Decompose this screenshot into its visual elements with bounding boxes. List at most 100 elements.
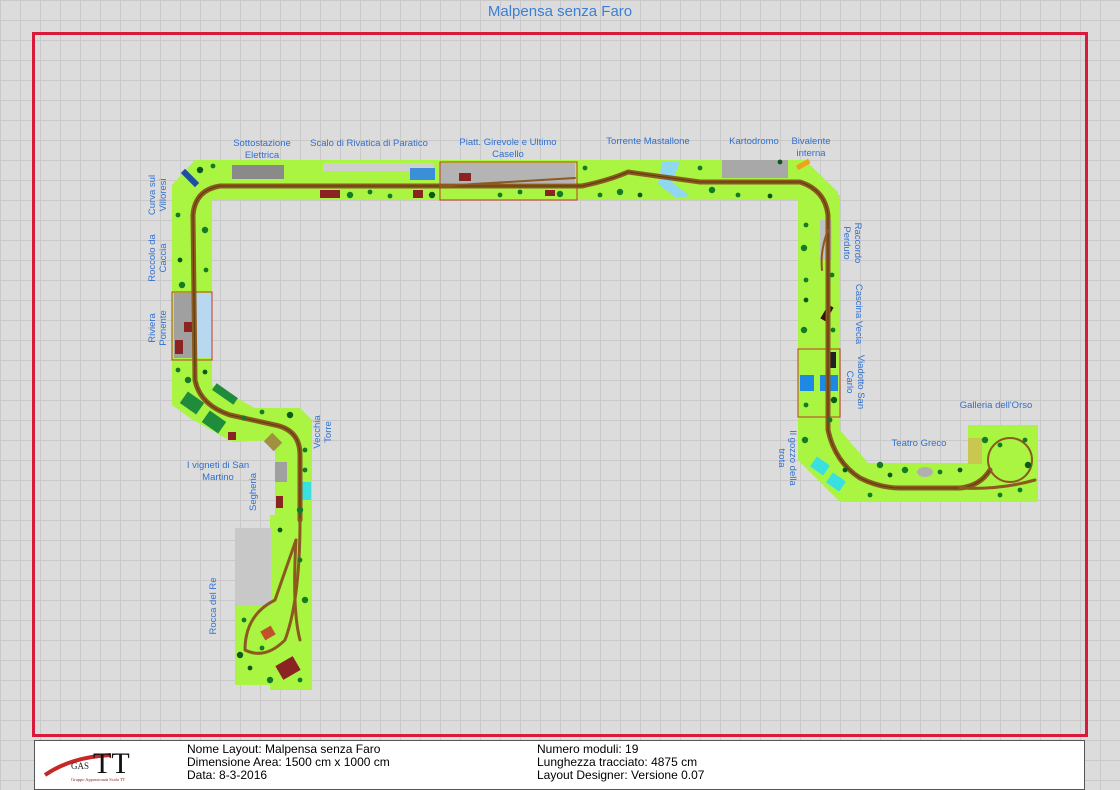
tree — [697, 165, 703, 171]
gas-tt-logo: GAS TT Gruppo Appassionati Scala TT — [43, 747, 130, 782]
label-gozzo-1: Il gozzo della — [787, 430, 798, 486]
logo-tagline: Gruppo Appassionati Scala TT — [71, 777, 126, 782]
tree — [708, 186, 716, 194]
tree — [997, 492, 1003, 498]
sottostazione-building — [232, 165, 284, 179]
label-vigneti-1: I vigneti di San — [187, 460, 249, 471]
tree — [259, 409, 265, 415]
tree — [302, 467, 308, 473]
tree — [1022, 437, 1028, 443]
info-lunghezza-tracciato: Lunghezza tracciato: 4875 cm — [537, 755, 698, 769]
tree — [582, 165, 588, 171]
tree — [241, 415, 247, 421]
building-riviera-1 — [175, 340, 183, 354]
info-layout-designer: Layout Designer: Versione 0.07 — [537, 768, 705, 782]
tree — [767, 193, 773, 199]
tree — [201, 226, 209, 234]
label-raccordo-2: Perduto — [841, 226, 852, 259]
label-viadotto-2: Carlo — [844, 371, 855, 394]
tree — [266, 676, 274, 684]
track — [190, 169, 1037, 655]
teatro-cavea — [917, 467, 933, 477]
label-vecchia-torre-2: Torre — [323, 421, 334, 443]
tree — [842, 467, 848, 473]
tree — [259, 645, 265, 651]
label-riviera-2: Ponente — [158, 310, 169, 345]
water-features — [302, 162, 846, 500]
label-torrente: Torrente Mastallone — [606, 136, 689, 147]
label-vecchia-torre-1: Vecchia — [312, 415, 323, 449]
logo-prefix: GAS — [71, 761, 89, 771]
tree — [803, 222, 809, 228]
tree — [1017, 487, 1023, 493]
label-segheria: Segheria — [248, 472, 259, 511]
label-kartodromo: Kartodromo — [729, 136, 779, 147]
tree — [387, 193, 393, 199]
building-segheria — [276, 496, 283, 508]
module-bases — [172, 160, 1038, 690]
tree — [803, 297, 809, 303]
label-riviera-1: Riviera — [147, 313, 158, 343]
galleria-portal — [968, 438, 982, 464]
tree — [830, 327, 836, 333]
scalo-water — [410, 168, 435, 180]
label-cascina: Cascina Vecia — [853, 284, 864, 345]
tree — [957, 467, 963, 473]
tree — [301, 596, 309, 604]
tree — [241, 617, 247, 623]
tree — [177, 257, 183, 263]
info-data: Data: 8-3-2016 — [187, 768, 268, 782]
tree — [175, 367, 181, 373]
label-rocca: Rocca del Re — [208, 577, 219, 634]
tree — [637, 192, 643, 198]
module-outlines — [171, 161, 841, 418]
label-piatt-2: Casello — [492, 149, 524, 160]
tree — [175, 212, 181, 218]
tree — [801, 436, 809, 444]
tree — [302, 447, 308, 453]
tree — [997, 442, 1003, 448]
tree — [428, 191, 436, 199]
label-bivalente-2: interna — [796, 148, 826, 159]
building-vigneti — [228, 432, 236, 440]
building-riviera-2 — [184, 322, 192, 332]
label-teatro: Teatro Greco — [892, 438, 947, 449]
tree — [803, 277, 809, 283]
info-panel: GAS TT Gruppo Appassionati Scala TT Nome… — [34, 740, 1085, 790]
tree — [236, 651, 244, 659]
tree — [178, 281, 186, 289]
tree — [296, 506, 304, 514]
tree — [829, 272, 835, 278]
tree — [937, 469, 943, 475]
label-roccolo-1: Roccolo da — [147, 234, 158, 282]
building-piatt-2 — [545, 190, 555, 196]
building-scalo-1 — [320, 190, 340, 198]
label-bivalente-1: Bivalente — [791, 136, 830, 147]
label-piatt-1: Piatt. Girevole e Ultimo — [459, 137, 556, 148]
info-numero-moduli: Numero moduli: 19 — [537, 742, 639, 756]
tree — [827, 417, 833, 423]
tree — [556, 190, 564, 198]
tree — [210, 163, 216, 169]
label-gozzo-2: trota — [776, 448, 787, 468]
label-viadotto-1: Viadotto San — [855, 355, 866, 409]
tree — [597, 192, 603, 198]
torre-pool — [302, 482, 311, 500]
tree — [367, 189, 373, 195]
tree — [901, 466, 909, 474]
info-dimensione-area: Dimensione Area: 1500 cm x 1000 cm — [187, 755, 390, 769]
building-scalo-2 — [413, 190, 423, 198]
tree — [876, 461, 884, 469]
label-curva-1: Curva sul — [147, 175, 158, 215]
tree — [777, 159, 783, 165]
label-roccolo-2: Caccia — [158, 243, 169, 273]
tree — [830, 396, 838, 404]
label-scalo: Scalo di Rivatica di Paratico — [310, 138, 428, 149]
logo-brand: TT — [93, 747, 130, 780]
tree — [800, 244, 808, 252]
tree — [867, 492, 873, 498]
label-raccordo-1: Raccordo — [852, 223, 863, 264]
tree — [616, 188, 624, 196]
tree — [297, 557, 303, 563]
tree — [203, 267, 209, 273]
